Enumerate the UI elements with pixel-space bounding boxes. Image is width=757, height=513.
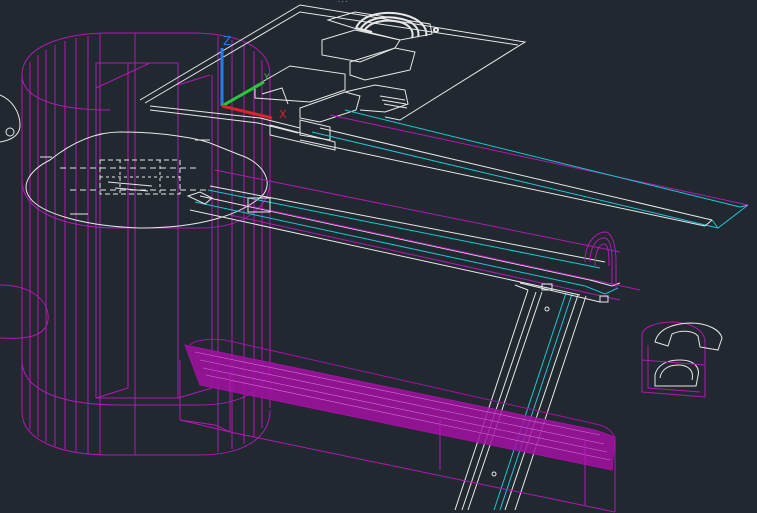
svg-text:· · ·: · · · bbox=[338, 0, 348, 6]
left-edge-geometry bbox=[0, 94, 49, 339]
tunnel-profile-right bbox=[641, 321, 723, 398]
ucs-y-label: Y bbox=[263, 73, 270, 83]
upper-corridor bbox=[299, 109, 749, 229]
ucs-z-label: Z bbox=[223, 34, 231, 48]
drawing-viewport[interactable]: · · · Z Y X bbox=[0, 0, 757, 513]
model-space-canvas[interactable]: · · · Z Y X bbox=[0, 0, 757, 513]
shaft-plan-outline bbox=[25, 131, 268, 229]
upper-plan-outline bbox=[139, 4, 527, 151]
ucs-x-label: X bbox=[279, 108, 287, 121]
lower-tunnel-mesh bbox=[179, 338, 616, 513]
ucs-y-axis bbox=[221, 80, 265, 108]
middle-corridor bbox=[186, 169, 641, 301]
